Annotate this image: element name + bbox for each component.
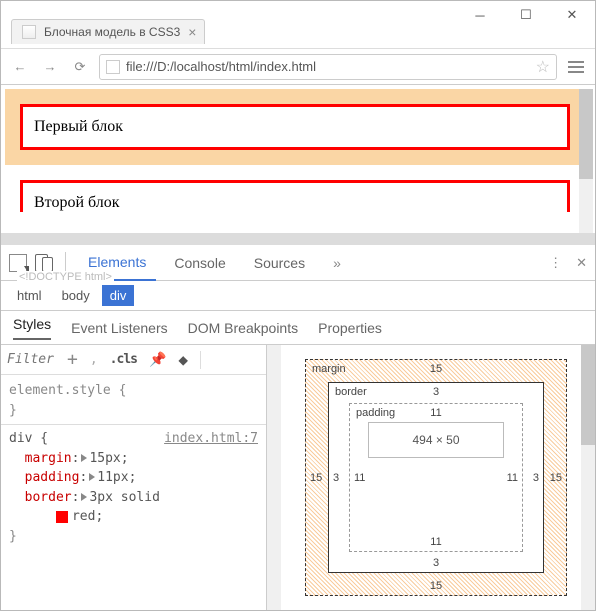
box-model-margin[interactable]: margin 15 15 15 15 border 3 3 3 3 paddin… [305,359,567,596]
prop-padding[interactable]: padding [25,470,80,485]
page-viewport: Первый блок Второй блок [1,85,595,233]
rule-source-link[interactable]: index.html:7 [164,429,258,449]
address-bar: ← → ⟳ file:///D:/localhost/html/index.ht… [1,49,595,85]
expand-icon[interactable] [81,454,87,462]
cls-toggle[interactable]: .cls [110,352,137,367]
subtab-dom-breakpoints[interactable]: DOM Breakpoints [188,320,298,336]
maximize-button[interactable]: ☐ [503,1,549,29]
color-swatch[interactable] [56,511,68,523]
window-titlebar: ─ ☐ ✕ Блочная модель в CSS3 × [1,1,595,49]
rule-selector: div { [9,431,48,446]
reload-button[interactable]: ⟳ [69,56,91,78]
back-button[interactable]: ← [9,56,31,78]
tab-console[interactable]: Console [164,245,235,281]
device-toggle-icon[interactable] [35,254,53,272]
inspect-icon[interactable] [9,254,27,272]
box-model-content[interactable]: 494 × 50 [368,422,504,458]
bookmark-star-icon[interactable]: ☆ [536,57,550,77]
tab-more-button[interactable]: » [323,245,351,281]
scrollbar-thumb[interactable] [581,345,595,445]
tab-sources[interactable]: Sources [244,245,315,281]
subtab-styles[interactable]: Styles [13,316,51,340]
breadcrumb-div[interactable]: div [102,285,135,306]
box-model-border[interactable]: border 3 3 3 3 padding 11 11 11 11 494 ×… [328,382,544,573]
boxmodel-scrollbar[interactable] [581,345,595,610]
styles-pane: + , .cls 📌 ◆ element.style { } div { ind… [1,345,267,610]
prop-margin[interactable]: margin [25,451,72,466]
elements-breadcrumb: <!DOCTYPE html> html body div [1,281,595,311]
add-rule-button[interactable]: + [67,349,78,370]
menu-button[interactable] [565,61,587,73]
tab-close-button[interactable]: × [188,27,196,37]
breadcrumb-body[interactable]: body [54,285,98,306]
page-icon [22,25,36,39]
css-rules[interactable]: element.style { } div { index.html:7 mar… [1,375,266,610]
expand-icon[interactable] [89,473,95,481]
url-text: file:///D:/localhost/html/index.html [126,59,530,74]
close-window-button[interactable]: ✕ [549,1,595,29]
devtools: Elements Console Sources » ⋮ ✕ <!DOCTYPE… [1,233,595,610]
doctype-text: <!DOCTYPE html> [17,271,114,283]
subtab-properties[interactable]: Properties [318,320,382,336]
block-margin-highlight: Первый блок [5,89,585,165]
styles-scrollbar[interactable] [267,345,281,610]
devtools-close-button[interactable]: ✕ [576,255,587,271]
forward-button[interactable]: → [39,56,61,78]
file-icon [106,60,120,74]
page-scrollbar-thumb[interactable] [579,89,593,179]
styles-filter-bar: + , .cls 📌 ◆ [1,345,266,375]
element-style-selector: element.style { [9,383,126,398]
subtab-event-listeners[interactable]: Event Listeners [71,320,168,336]
breadcrumb-html[interactable]: html [9,285,50,306]
browser-tab[interactable]: Блочная модель в CSS3 × [11,19,205,44]
block-1[interactable]: Первый блок [20,104,570,150]
block-2[interactable]: Второй блок [20,180,570,212]
box-model-padding[interactable]: padding 11 11 11 11 494 × 50 [349,403,523,552]
tab-title: Блочная модель в CSS3 [44,25,180,39]
element-states-button[interactable]: ◆ [178,350,188,369]
url-field[interactable]: file:///D:/localhost/html/index.html ☆ [99,54,557,80]
devtools-kebab-icon[interactable]: ⋮ [549,255,562,271]
pin-icon[interactable]: 📌 [149,352,166,368]
box-model-pane: margin 15 15 15 15 border 3 3 3 3 paddin… [281,345,581,610]
minimize-button[interactable]: ─ [457,1,503,29]
styles-filter-input[interactable] [7,352,55,367]
styles-subtabs: Styles Event Listeners DOM Breakpoints P… [1,311,595,345]
expand-icon[interactable] [81,493,87,501]
prop-border[interactable]: border [25,490,72,505]
